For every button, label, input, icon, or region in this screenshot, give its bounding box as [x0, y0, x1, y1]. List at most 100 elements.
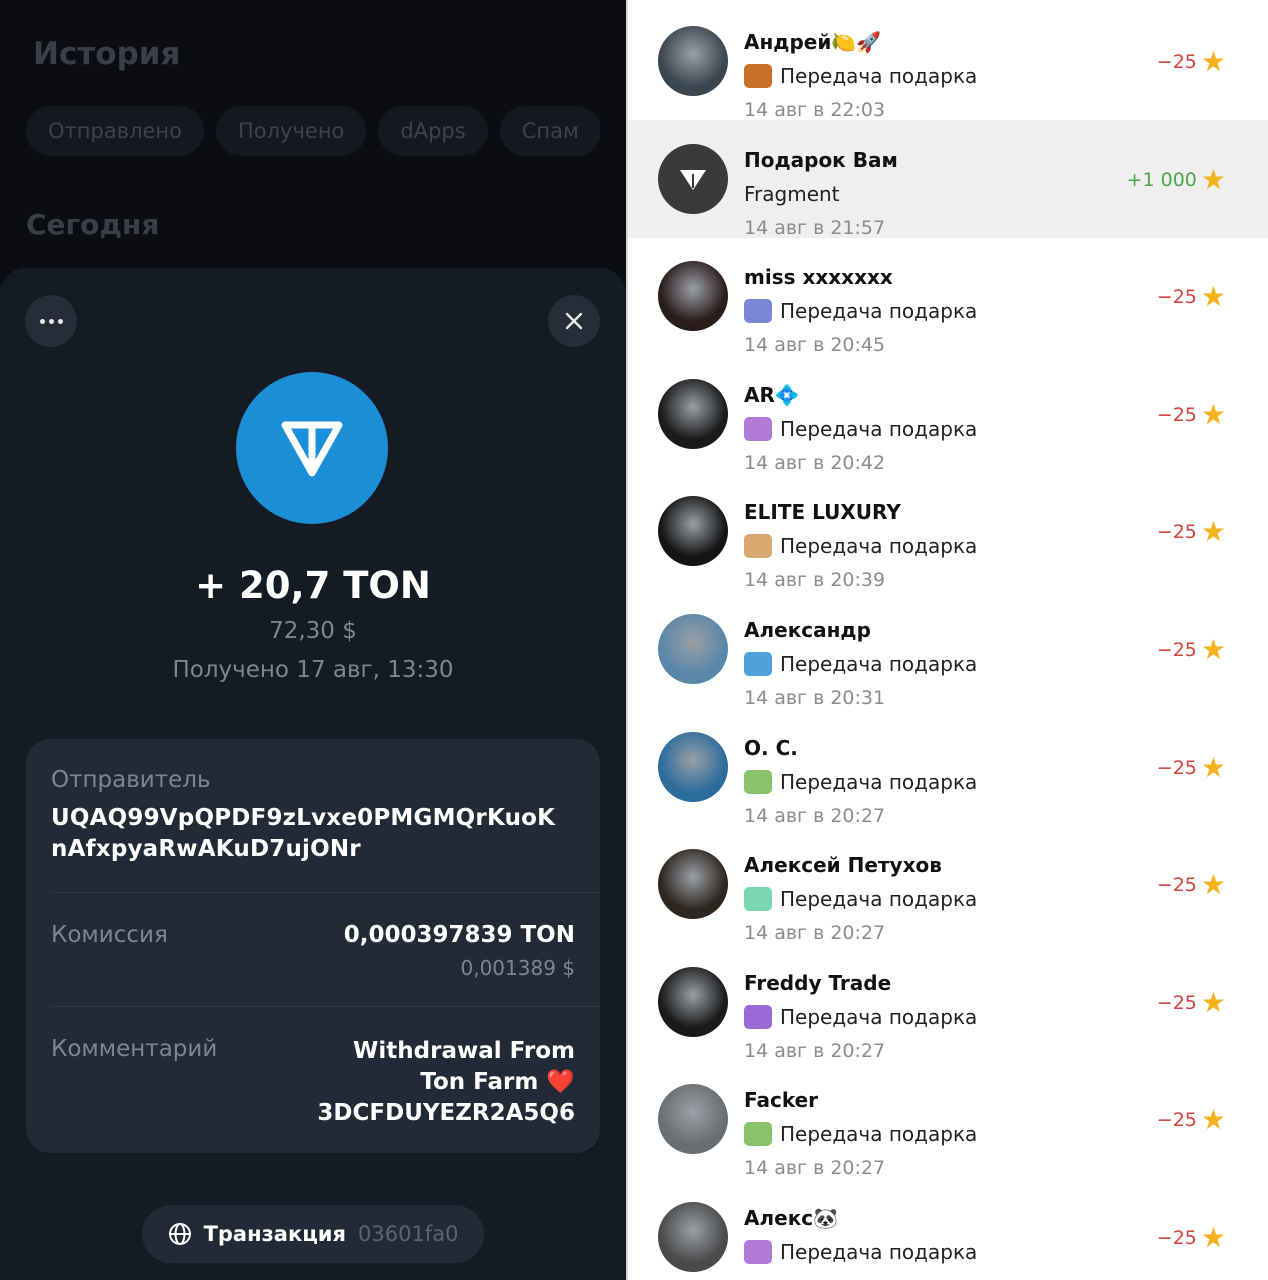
transaction-label: Транзакция: [203, 1222, 346, 1246]
fee-usd: 0,001389 $: [460, 956, 575, 980]
avatar: [658, 26, 728, 96]
comment-row: Комментарий Withdrawal From Ton Farm ❤️ …: [51, 1036, 575, 1132]
transaction-item[interactable]: Александр Передача подарка 14 авг в 20:31 −…: [628, 590, 1268, 709]
description-text: Передача подарка: [780, 1004, 978, 1029]
stars-amount: −25 ★: [1156, 397, 1226, 431]
transaction-item[interactable]: Алекс🐼 Передача подарка −25 ★: [628, 1178, 1268, 1280]
transaction-time: 14 авг в 20:31: [744, 687, 886, 709]
transaction-item[interactable]: Подарок Вам Fragment 14 авг в 21:57 +1 000 ★: [628, 119, 1268, 239]
amount-value: −25: [1156, 403, 1197, 426]
sender-name: Facker: [744, 1088, 819, 1113]
transaction-sheet: + 20,7 TON 72,30 $ Получено 17 авг, 13:3…: [0, 268, 626, 1280]
star-icon: ★: [1200, 397, 1226, 431]
comment-line2: Ton Farm ❤️: [420, 1069, 575, 1095]
amount-value: −25: [1156, 756, 1197, 779]
amount-value: −25: [1156, 521, 1197, 544]
gift-icon: [744, 1240, 772, 1264]
transaction-item[interactable]: О. С. Передача подарка 14 авг в 20:27 −25 ★: [628, 708, 1268, 827]
description-text: Передача подарка: [780, 64, 978, 88]
amount-value: +1 000: [1126, 168, 1197, 191]
sender-name: miss xxxxxxx: [744, 265, 893, 290]
divider: [51, 892, 600, 893]
divider: [51, 1006, 600, 1007]
transaction-link-button[interactable]: Транзакция 03601fa0: [142, 1205, 484, 1263]
transaction-description: Передача подарка: [744, 652, 977, 676]
transaction-item[interactable]: Алексей Петухов Передача подарка 14 авг в …: [628, 825, 1268, 945]
description-text: Передача подарка: [780, 652, 978, 676]
avatar: [658, 261, 728, 332]
amount-value: −25: [1156, 1109, 1197, 1132]
received-date: Получено 17 авг, 13:30: [172, 657, 454, 683]
transaction-description: Передача подарка: [744, 1122, 977, 1147]
stars-amount: −25 ★: [1156, 750, 1226, 784]
avatar: [658, 143, 728, 214]
wallet-panel: История Отправлено Получено dApps Спам С…: [0, 0, 626, 1280]
fee-row: Комиссия 0,000397839 TON 0,001389 $: [51, 922, 575, 992]
amount-value: −25: [1156, 286, 1197, 309]
close-icon: [565, 312, 583, 330]
transaction-amount: + 20,7 TON: [195, 564, 431, 607]
transaction-time: 14 авг в 20:27: [744, 1039, 886, 1062]
transaction-description: Передача подарка: [744, 769, 978, 794]
amount-value: −25: [1156, 874, 1197, 897]
sender-row: Отправитель UQAQ99VpQPDF9zLvxe0PMGMQrKuo…: [51, 767, 575, 865]
more-button[interactable]: [25, 295, 77, 347]
transaction-item[interactable]: Freddy Trade Передача подарка 14 авг в 20:…: [628, 943, 1268, 1062]
section-today: Сегодня: [26, 208, 160, 241]
filter-received[interactable]: Получено: [216, 106, 367, 156]
avatar: [658, 731, 728, 802]
transaction-item[interactable]: miss xxxxxxx Передача подарка 14 авг в 20:…: [628, 237, 1268, 357]
avatar: [658, 496, 728, 567]
description-text: Передача подарка: [780, 887, 978, 912]
transaction-item[interactable]: Андрей🍋🚀 Передача подарка 14 авг в 22:03 −2…: [628, 2, 1268, 121]
stars-amount: −25 ★: [1157, 636, 1226, 664]
transaction-item[interactable]: Facker Передача подарка 14 авг в 20:27 −25 ★: [628, 1060, 1268, 1179]
gift-icon: [744, 416, 772, 441]
transaction-description: Fragment: [744, 182, 840, 206]
transaction-time: 14 авг в 20:45: [744, 334, 886, 357]
description-text: Fragment: [744, 181, 840, 206]
transaction-item[interactable]: AR💠 Передача подарка 14 авг в 20:42 −25 ★: [628, 355, 1268, 474]
sender-name: О. С.: [744, 735, 798, 760]
description-text: Передача подарка: [780, 299, 978, 324]
avatar: [658, 1202, 728, 1272]
comment-line1: Withdrawal From: [353, 1038, 575, 1064]
gift-icon: [744, 299, 772, 324]
transaction-time: 14 авг в 20:27: [744, 922, 886, 945]
sender-address[interactable]: UQAQ99VpQPDF9zLvxe0PMGMQrKuoK nAfxpyaRwA…: [51, 803, 575, 865]
transaction-description: Передача подарка: [744, 1004, 978, 1029]
transaction-time: 14 авг в 21:57: [744, 216, 886, 239]
gift-icon: [744, 1004, 772, 1029]
star-icon: ★: [1200, 1103, 1226, 1137]
stars-transaction-list: Андрей🍋🚀 Передача подарка 14 авг в 22:03 −2…: [628, 0, 1268, 1280]
star-icon: ★: [1200, 633, 1226, 666]
filter-sent[interactable]: Отправлено: [26, 106, 204, 156]
amount-usd: 72,30 $: [269, 618, 357, 644]
gift-icon: [744, 652, 772, 676]
comment-text: Withdrawal From Ton Farm ❤️ 3DCFDUYEZR2A…: [275, 1036, 575, 1129]
transaction-description: Передача подарка: [744, 1240, 977, 1264]
filter-spam[interactable]: Спам: [499, 106, 600, 156]
filter-chips: Отправлено Получено dApps Спам: [26, 106, 600, 156]
transaction-description: Передача подарка: [744, 299, 978, 324]
stars-amount: −25 ★: [1157, 1106, 1226, 1134]
stars-amount: −25 ★: [1157, 988, 1226, 1017]
avatar: [658, 849, 728, 920]
sender-name: Алекс🐼: [744, 1206, 839, 1230]
filter-dapps[interactable]: dApps: [378, 106, 488, 156]
transaction-description: Передача подарка: [744, 887, 978, 912]
close-button[interactable]: [548, 295, 600, 347]
stars-amount: +1 000 ★: [1126, 165, 1226, 194]
description-text: Передача подарка: [780, 769, 978, 794]
transaction-hash: 03601fa0: [358, 1222, 459, 1246]
gift-icon: [744, 534, 772, 559]
history-title: История: [33, 36, 181, 72]
star-icon: ★: [1200, 280, 1226, 314]
stars-amount: −25 ★: [1157, 518, 1226, 546]
stars-amount: −25 ★: [1157, 48, 1226, 76]
star-icon: ★: [1200, 750, 1226, 784]
amount-value: −25: [1156, 51, 1197, 73]
transaction-item[interactable]: ELITE LUXURY Передача подарка 14 авг в 20:…: [628, 472, 1268, 591]
fee-value: 0,000397839 TON: [343, 922, 575, 948]
sender-name: Freddy Trade: [744, 970, 892, 995]
